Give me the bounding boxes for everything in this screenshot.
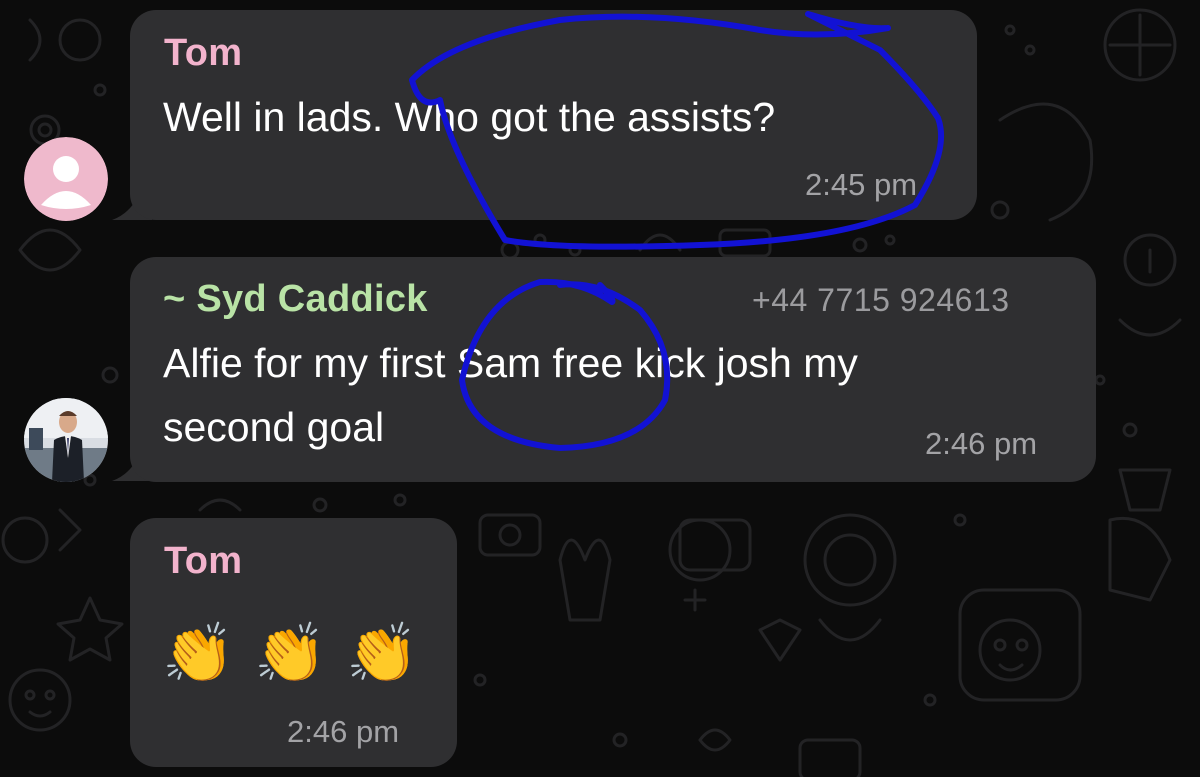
clapping-hands-emoji: 👏 <box>254 619 327 687</box>
message-timestamp: 2:46 pm <box>287 714 400 749</box>
clapping-hands-emoji: 👏 <box>162 619 235 687</box>
avatar-tom[interactable] <box>24 137 108 221</box>
sender-name[interactable]: ~ Syd Caddick <box>163 278 428 321</box>
message-text-line-1: Alfie for my first Sam free kick josh my <box>163 340 858 386</box>
avatar-syd-caddick[interactable] <box>24 398 108 482</box>
chat-view: Tom Well in lads. Who got the assists? 2… <box>0 0 1200 777</box>
message-timestamp: 2:46 pm <box>925 426 1038 461</box>
sender-name[interactable]: Tom <box>164 540 242 583</box>
message-bubble-1[interactable]: Tom Well in lads. Who got the assists? 2… <box>130 10 977 220</box>
message-bubble-3[interactable]: Tom 👏 👏 👏 2:46 pm <box>130 518 457 767</box>
message-text: Well in lads. Who got the assists? <box>163 94 776 140</box>
message-bubble-2[interactable]: ~ Syd Caddick +44 7715 924613 Alfie for … <box>130 257 1096 482</box>
sender-phone-number[interactable]: +44 7715 924613 <box>752 282 1010 319</box>
default-user-icon <box>24 137 108 221</box>
message-text-line-2: second goal <box>163 404 385 450</box>
clapping-hands-emoji: 👏 <box>346 619 419 687</box>
sender-name[interactable]: Tom <box>164 32 242 75</box>
profile-photo <box>24 398 108 482</box>
message-timestamp: 2:45 pm <box>805 167 918 202</box>
